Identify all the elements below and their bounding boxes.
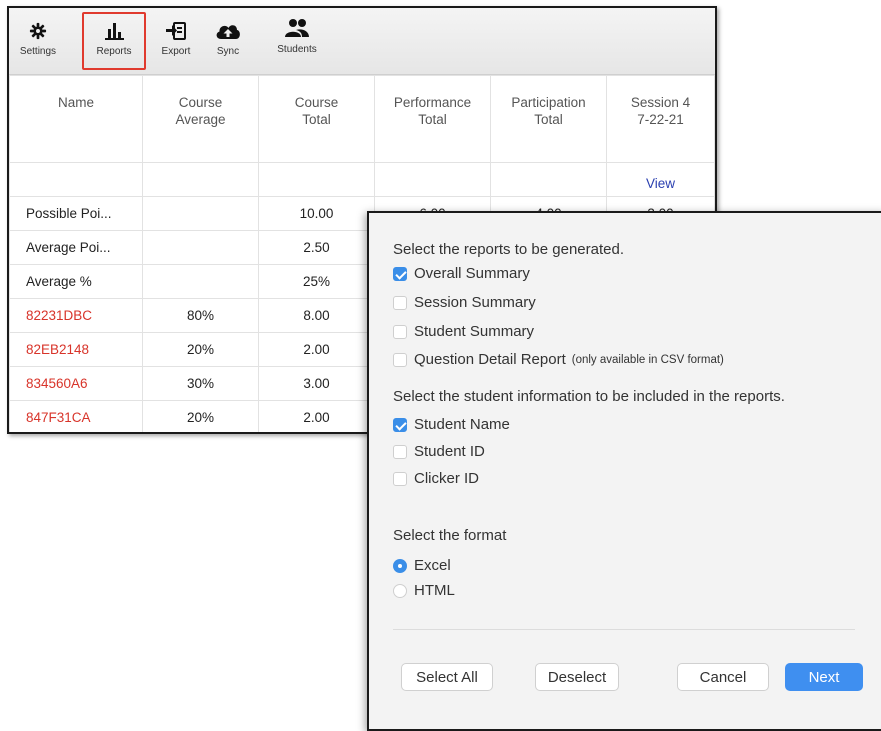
session-view-link[interactable]: View [606,162,715,197]
option-label: Excel [414,557,451,574]
table-cell [142,162,259,197]
reports-button[interactable]: Reports [82,12,146,70]
table-cell [374,162,491,197]
course-total-cell: 8.00 [258,298,375,333]
option-label: Student Summary [414,323,535,340]
option-label: Overall Summary [414,265,530,282]
course-total-cell: 2.00 [258,400,375,432]
header-text: Performance [393,95,472,110]
column-header-course-total[interactable]: Course Total [258,75,375,163]
html-format-option[interactable]: HTML [393,582,455,599]
header-text: Course [294,95,339,110]
course-average-cell [142,196,259,231]
table-cell [490,162,607,197]
student-info-heading: Select the student information to be inc… [393,388,785,405]
clicker-id-option[interactable]: Clicker ID [393,470,479,487]
option-label: Student ID [414,443,485,460]
student-name-checkbox[interactable] [393,417,407,432]
format-heading: Select the format [393,527,507,544]
overall-summary-checkbox[interactable] [393,266,407,281]
student-clicker-id[interactable]: 847F31CA [9,400,143,432]
reports-dialog: Select the reports to be generated. Over… [367,211,881,731]
header-text: Course [178,95,223,110]
settings-button[interactable]: Settings [9,14,67,68]
student-summary-option[interactable]: Student Summary [393,323,534,340]
dialog-divider [393,629,855,630]
csv-only-note: (only available in CSV format) [571,353,724,366]
clicker-id-checkbox[interactable] [393,471,407,486]
header-text: Session 4 [630,95,691,110]
student-name-option[interactable]: Student Name [393,416,510,433]
column-header-course-average[interactable]: Course Average [142,75,259,163]
overall-summary-option[interactable]: Overall Summary [393,265,530,282]
column-header-name[interactable]: Name [9,75,143,163]
row-name: Average Poi... [9,230,143,265]
session-summary-option[interactable]: Session Summary [393,294,536,311]
header-text: Participation [511,95,586,110]
students-button[interactable]: Students [265,14,329,68]
option-label: Session Summary [414,294,536,311]
export-label: Export [161,46,191,57]
column-header-performance-total[interactable]: Performance Total [374,75,491,163]
course-total-cell: 2.00 [258,332,375,367]
sync-button[interactable]: Sync [207,14,249,68]
cancel-button[interactable]: Cancel [677,663,769,691]
sync-label: Sync [216,46,240,57]
deselect-button[interactable]: Deselect [535,663,619,691]
student-id-option[interactable]: Student ID [393,443,485,460]
excel-radio[interactable] [393,558,407,573]
student-id-checkbox[interactable] [393,444,407,459]
course-average-cell [142,264,259,299]
settings-label: Settings [19,46,57,57]
export-button[interactable]: Export [155,14,197,68]
course-average-cell: 20% [142,400,259,432]
option-label: HTML [414,582,455,599]
option-label: Question Detail Report [414,351,566,368]
session-summary-checkbox[interactable] [393,295,407,310]
course-total-cell: 25% [258,264,375,299]
header-text: 7-22-21 [637,112,684,127]
course-total-cell: 10.00 [258,196,375,231]
export-icon [166,22,186,40]
html-radio[interactable] [393,583,407,598]
header-text: Total [534,112,563,127]
reports-heading: Select the reports to be generated. [393,241,624,258]
next-button[interactable]: Next [785,663,863,691]
students-label: Students [277,44,317,55]
table-cell [258,162,375,197]
student-clicker-id[interactable]: 834560A6 [9,366,143,401]
table-header-row: Name Course Average Course Total Perform… [9,75,715,163]
question-detail-option[interactable]: Question Detail Report (only available i… [393,351,724,368]
course-average-cell: 80% [142,298,259,333]
column-header-participation-total[interactable]: Participation Total [490,75,607,163]
reports-label: Reports [96,46,132,57]
bar-chart-icon [105,23,124,40]
course-average-cell: 30% [142,366,259,401]
toolbar: Settings Reports Export Sync Students [9,8,715,75]
row-name: Average % [9,264,143,299]
header-text: Total [418,112,447,127]
table-cell [9,162,143,197]
column-header-session-4[interactable]: Session 4 7-22-21 [606,75,715,163]
course-total-cell: 2.50 [258,230,375,265]
course-average-cell [142,230,259,265]
gear-icon [29,22,47,40]
header-text: Name [57,95,94,110]
student-summary-checkbox[interactable] [393,324,407,339]
row-name: Possible Poi... [9,196,143,231]
select-all-button[interactable]: Select All [401,663,493,691]
view-row: View [9,162,715,197]
option-label: Student Name [414,416,510,433]
students-icon [285,19,309,37]
student-clicker-id[interactable]: 82EB2148 [9,332,143,367]
question-detail-checkbox[interactable] [393,352,407,367]
header-text: Total [302,112,331,127]
excel-format-option[interactable]: Excel [393,557,451,574]
course-total-cell: 3.00 [258,366,375,401]
header-text: Average [175,112,226,127]
cloud-icon [216,25,240,39]
student-clicker-id[interactable]: 82231DBC [9,298,143,333]
course-average-cell: 20% [142,332,259,367]
option-label: Clicker ID [414,470,480,487]
